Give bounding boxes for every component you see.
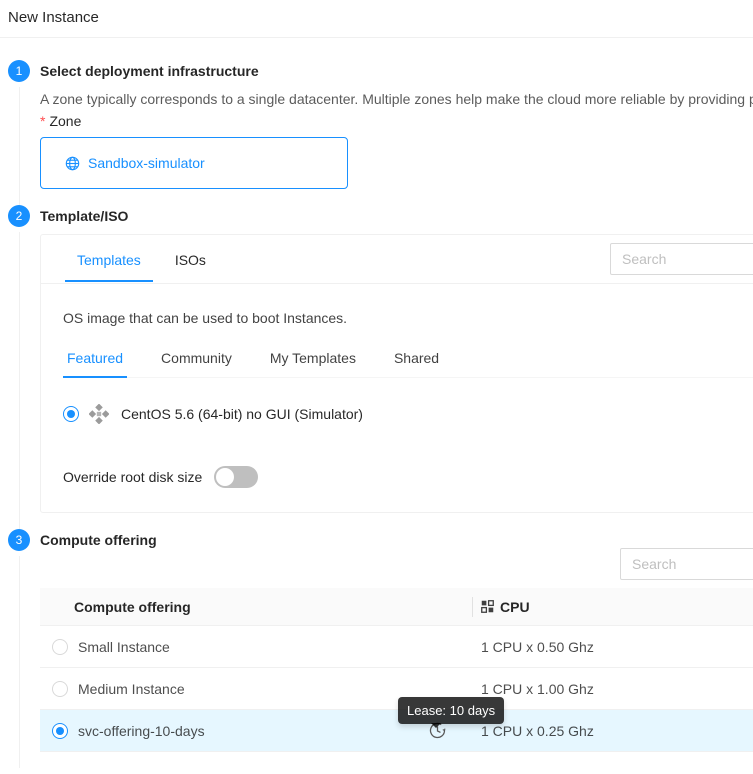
zone-label-text: Zone (49, 113, 81, 129)
step-connector-line (19, 87, 20, 205)
template-filter-tabs: Featured Community My Templates Shared (63, 340, 753, 378)
lease-tooltip: Lease: 10 days (398, 697, 504, 724)
step-title: Select deployment infrastructure (40, 60, 753, 79)
offering-cell: svc-offering-10-days (40, 722, 472, 739)
offering-radio[interactable] (52, 681, 68, 697)
lease-tooltip-text: Lease: 10 days (407, 703, 495, 718)
cpu-cell: 1 CPU x 0.50 Ghz (472, 639, 594, 655)
column-header-offering: Compute offering (40, 599, 472, 615)
template-card: Templates ISOs OS image that can be used… (40, 234, 753, 513)
template-name: CentOS 5.6 (64-bit) no GUI (Simulator) (121, 406, 363, 422)
step-deployment-infrastructure: 1 Select deployment infrastructure A zon… (8, 60, 753, 205)
globe-icon (65, 156, 80, 171)
offering-radio[interactable] (52, 639, 68, 655)
zone-name: Sandbox-simulator (88, 155, 205, 171)
filter-tab-my-templates[interactable]: My Templates (266, 340, 360, 378)
cpu-header-label: CPU (500, 599, 530, 615)
template-search-input[interactable] (610, 243, 753, 275)
os-image-description: OS image that can be used to boot Instan… (63, 310, 753, 326)
offering-cell: Medium Instance (40, 681, 472, 697)
template-radio[interactable] (63, 406, 79, 422)
compute-offering-table: Compute offering CPU (40, 588, 753, 752)
step-number-badge: 2 (8, 205, 30, 227)
zone-description: A zone typically corresponds to a single… (40, 91, 753, 107)
table-row-small-instance[interactable]: Small Instance 1 CPU x 0.50 Ghz (40, 626, 753, 668)
template-card-body: OS image that can be used to boot Instan… (41, 284, 753, 512)
step-connector-line (19, 232, 20, 529)
new-instance-page: New Instance 1 Select deployment infrast… (0, 0, 753, 774)
offering-cell: Small Instance (40, 639, 472, 655)
step-number-badge: 1 (8, 60, 30, 82)
centos-logo-icon (89, 404, 109, 424)
tab-templates[interactable]: Templates (65, 238, 153, 282)
step-content: Template/ISO Templates ISOs OS image tha… (40, 205, 753, 529)
step-title: Template/ISO (40, 205, 753, 224)
step-title: Compute offering (40, 529, 753, 548)
required-asterisk: * (40, 113, 45, 129)
step-compute-offering: 3 Compute offering Compute offering (8, 529, 753, 768)
offering-name: svc-offering-10-days (78, 723, 205, 739)
table-header-row: Compute offering CPU (40, 588, 753, 626)
step-rail: 3 (8, 529, 30, 768)
override-root-disk-row: Override root disk size (63, 466, 753, 488)
zone-option-card[interactable]: Sandbox-simulator (40, 137, 348, 189)
filter-tab-featured[interactable]: Featured (63, 340, 127, 378)
table-row-medium-instance[interactable]: Medium Instance 1 CPU x 1.00 Ghz (40, 668, 753, 710)
cpu-cell: 1 CPU x 0.25 Ghz (472, 723, 594, 739)
override-root-disk-label: Override root disk size (63, 469, 202, 485)
step-rail: 1 (8, 60, 30, 205)
step-connector-line (19, 556, 20, 768)
zone-field-label: *Zone (40, 113, 753, 129)
offering-search-row (40, 548, 753, 580)
template-option-row[interactable]: CentOS 5.6 (64-bit) no GUI (Simulator) (63, 404, 753, 424)
step-number-badge: 3 (8, 529, 30, 551)
offering-search-input[interactable] (620, 548, 753, 580)
wizard-steps: 1 Select deployment infrastructure A zon… (0, 38, 753, 768)
grid-icon (481, 600, 494, 613)
override-root-disk-toggle[interactable] (214, 466, 258, 488)
toggle-knob (216, 468, 234, 486)
filter-tab-shared[interactable]: Shared (390, 340, 443, 378)
offering-radio[interactable] (52, 723, 68, 739)
step-template-iso: 2 Template/ISO Templates ISOs OS image t… (8, 205, 753, 529)
filter-tab-community[interactable]: Community (157, 340, 236, 378)
offering-name: Medium Instance (78, 681, 185, 697)
step-rail: 2 (8, 205, 30, 529)
template-tabs: Templates ISOs (41, 235, 753, 284)
table-row-svc-offering-10-days[interactable]: svc-offering-10-days 1 CPU x 0.25 Ghz (40, 710, 753, 752)
tooltip-arrow (431, 723, 441, 733)
cpu-cell: 1 CPU x 1.00 Ghz (472, 681, 594, 697)
tab-isos[interactable]: ISOs (163, 238, 218, 282)
column-header-cpu: CPU (473, 599, 530, 615)
step-content: Select deployment infrastructure A zone … (40, 60, 753, 205)
page-title: New Instance (0, 0, 753, 38)
offering-name: Small Instance (78, 639, 170, 655)
step-content: Compute offering Compute offering (40, 529, 753, 768)
